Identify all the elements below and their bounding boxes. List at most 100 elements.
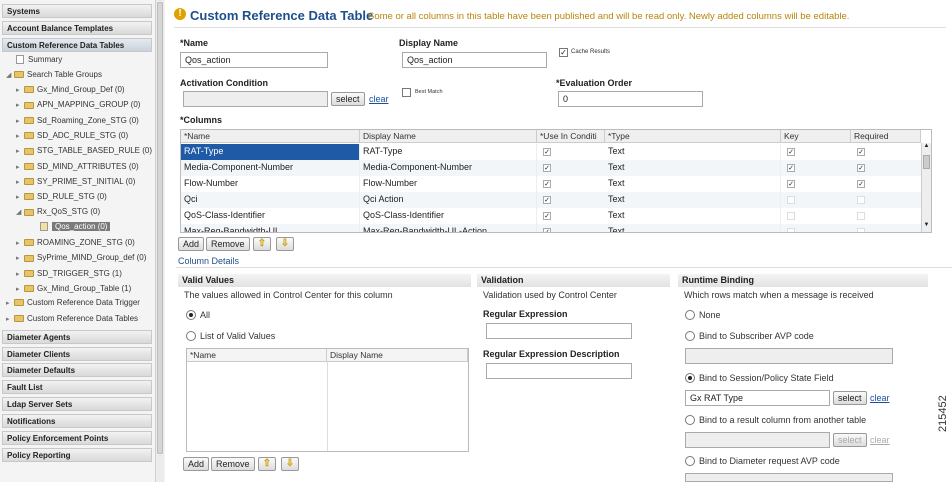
cell-display[interactable]: Qci Action — [360, 192, 537, 208]
expand-arrow-icon[interactable]: ▸ — [16, 146, 24, 158]
tree-item-group[interactable]: ▸ SD_TRIGGER_STG (1) — [16, 268, 122, 280]
required-checkbox[interactable] — [857, 228, 865, 232]
cell-type[interactable]: Text — [605, 176, 781, 192]
cell-type[interactable]: Text — [605, 192, 781, 208]
expand-arrow-icon[interactable]: ▸ — [16, 192, 24, 204]
table-row[interactable]: QoS-Class-Identifier QoS-Class-Identifier… — [181, 208, 921, 224]
sidebar-header-fault-list[interactable]: Fault List — [2, 380, 152, 394]
tree-item-group[interactable]: ▸ STG_TABLE_BASED_RULE (0) — [16, 145, 152, 157]
table-row[interactable]: RAT-Type RAT-Type ✓ Text ✓ ✓ — [181, 144, 921, 160]
subscriber-avp-field[interactable] — [685, 348, 893, 364]
tree-item-qos-action[interactable]: Qos_action (0) — [40, 221, 111, 233]
vv-header-display[interactable]: Display Name — [327, 349, 468, 362]
tree-item-group[interactable]: ▸ Gx_Mind_Group_Def (0) — [16, 84, 125, 96]
cell-display[interactable]: RAT-Type — [360, 144, 537, 160]
sidebar-scroll-thumb[interactable] — [157, 2, 163, 454]
required-checkbox[interactable]: ✓ — [857, 180, 865, 188]
diameter-avp-field[interactable] — [685, 473, 893, 482]
tree-item-group[interactable]: ▸ SD_ADC_RULE_STG (0) — [16, 130, 128, 142]
expand-arrow-icon[interactable]: ▸ — [16, 284, 24, 296]
cell-display[interactable]: Media-Component-Number — [360, 160, 537, 176]
cell-name[interactable]: Max-Req-Bandwidth-UL — [181, 224, 360, 232]
col-header-use[interactable]: *Use In Conditi — [537, 130, 605, 143]
expand-arrow-icon[interactable]: ▸ — [16, 100, 24, 112]
cell-name[interactable]: Qci — [181, 192, 360, 208]
sidebar-header-account-balance[interactable]: Account Balance Templates — [2, 21, 152, 35]
expand-arrow-icon[interactable]: ▸ — [16, 116, 24, 128]
activation-condition-field[interactable] — [183, 91, 328, 107]
cell-name[interactable]: RAT-Type — [181, 144, 360, 160]
col-header-type[interactable]: *Type — [605, 130, 781, 143]
table-scrollbar[interactable]: ▲ ▼ — [921, 143, 931, 232]
expand-arrow-icon[interactable]: ▸ — [16, 269, 24, 281]
sidebar-header-pep[interactable]: Policy Enforcement Points — [2, 431, 152, 445]
use-in-condition-checkbox[interactable]: ✓ — [543, 212, 551, 220]
regex-field[interactable] — [486, 323, 632, 339]
table-row[interactable]: Qci Qci Action ✓ Text — [181, 192, 921, 208]
value-down-icon[interactable]: ⇩ — [281, 457, 299, 471]
key-checkbox[interactable] — [787, 228, 795, 232]
add-value-button[interactable]: Add — [183, 457, 210, 471]
use-in-condition-checkbox[interactable]: ✓ — [543, 180, 551, 188]
cell-name[interactable]: QoS-Class-Identifier — [181, 208, 360, 224]
expand-arrow-icon[interactable]: ◢ — [16, 207, 24, 219]
regex-desc-field[interactable] — [486, 363, 632, 379]
name-field[interactable]: Qos_action — [180, 52, 328, 68]
tree-item-group[interactable]: ▸ Sd_Roaming_Zone_STG (0) — [16, 115, 139, 127]
tree-item-search-table-groups[interactable]: ◢ Search Table Groups — [6, 69, 102, 81]
table-scroll-thumb[interactable] — [923, 155, 930, 169]
sidebar-header-notifications[interactable]: Notifications — [2, 414, 152, 428]
required-checkbox[interactable]: ✓ — [857, 164, 865, 172]
all-radio[interactable] — [186, 310, 196, 320]
diameter-avp-radio[interactable] — [685, 456, 695, 466]
list-valid-values-radio[interactable] — [186, 331, 196, 341]
use-in-condition-checkbox[interactable]: ✓ — [543, 164, 551, 172]
remove-column-button[interactable]: Remove — [206, 237, 250, 251]
expand-arrow-icon[interactable]: ◢ — [6, 70, 14, 82]
tree-item-crd-tables[interactable]: ▸ Custom Reference Data Tables — [6, 313, 138, 325]
cell-display[interactable]: Max-Req-Bandwidth-UL-Action — [360, 224, 537, 232]
move-up-icon[interactable]: ⇧ — [253, 237, 271, 251]
session-clear-link[interactable]: clear — [870, 393, 890, 403]
required-checkbox[interactable] — [857, 196, 865, 204]
sidebar-header-diameter-clients[interactable]: Diameter Clients — [2, 347, 152, 361]
key-checkbox[interactable]: ✓ — [787, 180, 795, 188]
session-select-button[interactable]: select — [833, 391, 867, 405]
expand-arrow-icon[interactable]: ▸ — [16, 131, 24, 143]
result-clear-link[interactable]: clear — [870, 435, 890, 445]
tree-item-group[interactable]: ▸ APN_MAPPING_GROUP (0) — [16, 99, 140, 111]
none-radio[interactable] — [685, 310, 695, 320]
session-field-value[interactable]: Gx RAT Type — [685, 390, 830, 406]
remove-value-button[interactable]: Remove — [211, 457, 255, 471]
expand-arrow-icon[interactable]: ▸ — [16, 253, 24, 265]
tree-item-group[interactable]: ▸ SY_PRIME_ST_INITIAL (0) — [16, 176, 135, 188]
col-header-required[interactable]: Required — [851, 130, 921, 143]
subscriber-avp-radio[interactable] — [685, 331, 695, 341]
tree-item-group[interactable]: ▸ Gx_Mind_Group_Table (1) — [16, 283, 131, 295]
sidebar-header-ldap[interactable]: Ldap Server Sets — [2, 397, 152, 411]
move-down-icon[interactable]: ⇩ — [276, 237, 294, 251]
key-checkbox[interactable] — [787, 196, 795, 204]
expand-arrow-icon[interactable]: ▸ — [6, 298, 14, 310]
sidebar-header-policy-reporting[interactable]: Policy Reporting — [2, 448, 152, 462]
result-column-field[interactable] — [685, 432, 830, 448]
cell-display[interactable]: QoS-Class-Identifier — [360, 208, 537, 224]
sidebar-header-systems[interactable]: Systems — [2, 4, 152, 18]
expand-arrow-icon[interactable]: ▸ — [16, 85, 24, 97]
sidebar-header-diameter-agents[interactable]: Diameter Agents — [2, 330, 152, 344]
session-field-radio[interactable] — [685, 373, 695, 383]
cell-name[interactable]: Flow-Number — [181, 176, 360, 192]
required-checkbox[interactable] — [857, 212, 865, 220]
tree-item-group[interactable]: ▸ SD_RULE_STG (0) — [16, 191, 107, 203]
key-checkbox[interactable]: ✓ — [787, 148, 795, 156]
evaluation-order-field[interactable]: 0 — [558, 91, 703, 107]
key-checkbox[interactable]: ✓ — [787, 164, 795, 172]
table-row[interactable]: Max-Req-Bandwidth-UL Max-Req-Bandwidth-UL… — [181, 224, 921, 232]
sidebar-header-crd-tables[interactable]: Custom Reference Data Tables — [2, 38, 152, 52]
activation-clear-link[interactable]: clear — [369, 94, 389, 104]
cell-type[interactable]: Text — [605, 208, 781, 224]
key-checkbox[interactable] — [787, 212, 795, 220]
col-header-display[interactable]: Display Name — [360, 130, 537, 143]
scroll-down-icon[interactable]: ▼ — [923, 222, 930, 232]
cache-results-checkbox[interactable]: ✓ — [559, 48, 568, 57]
